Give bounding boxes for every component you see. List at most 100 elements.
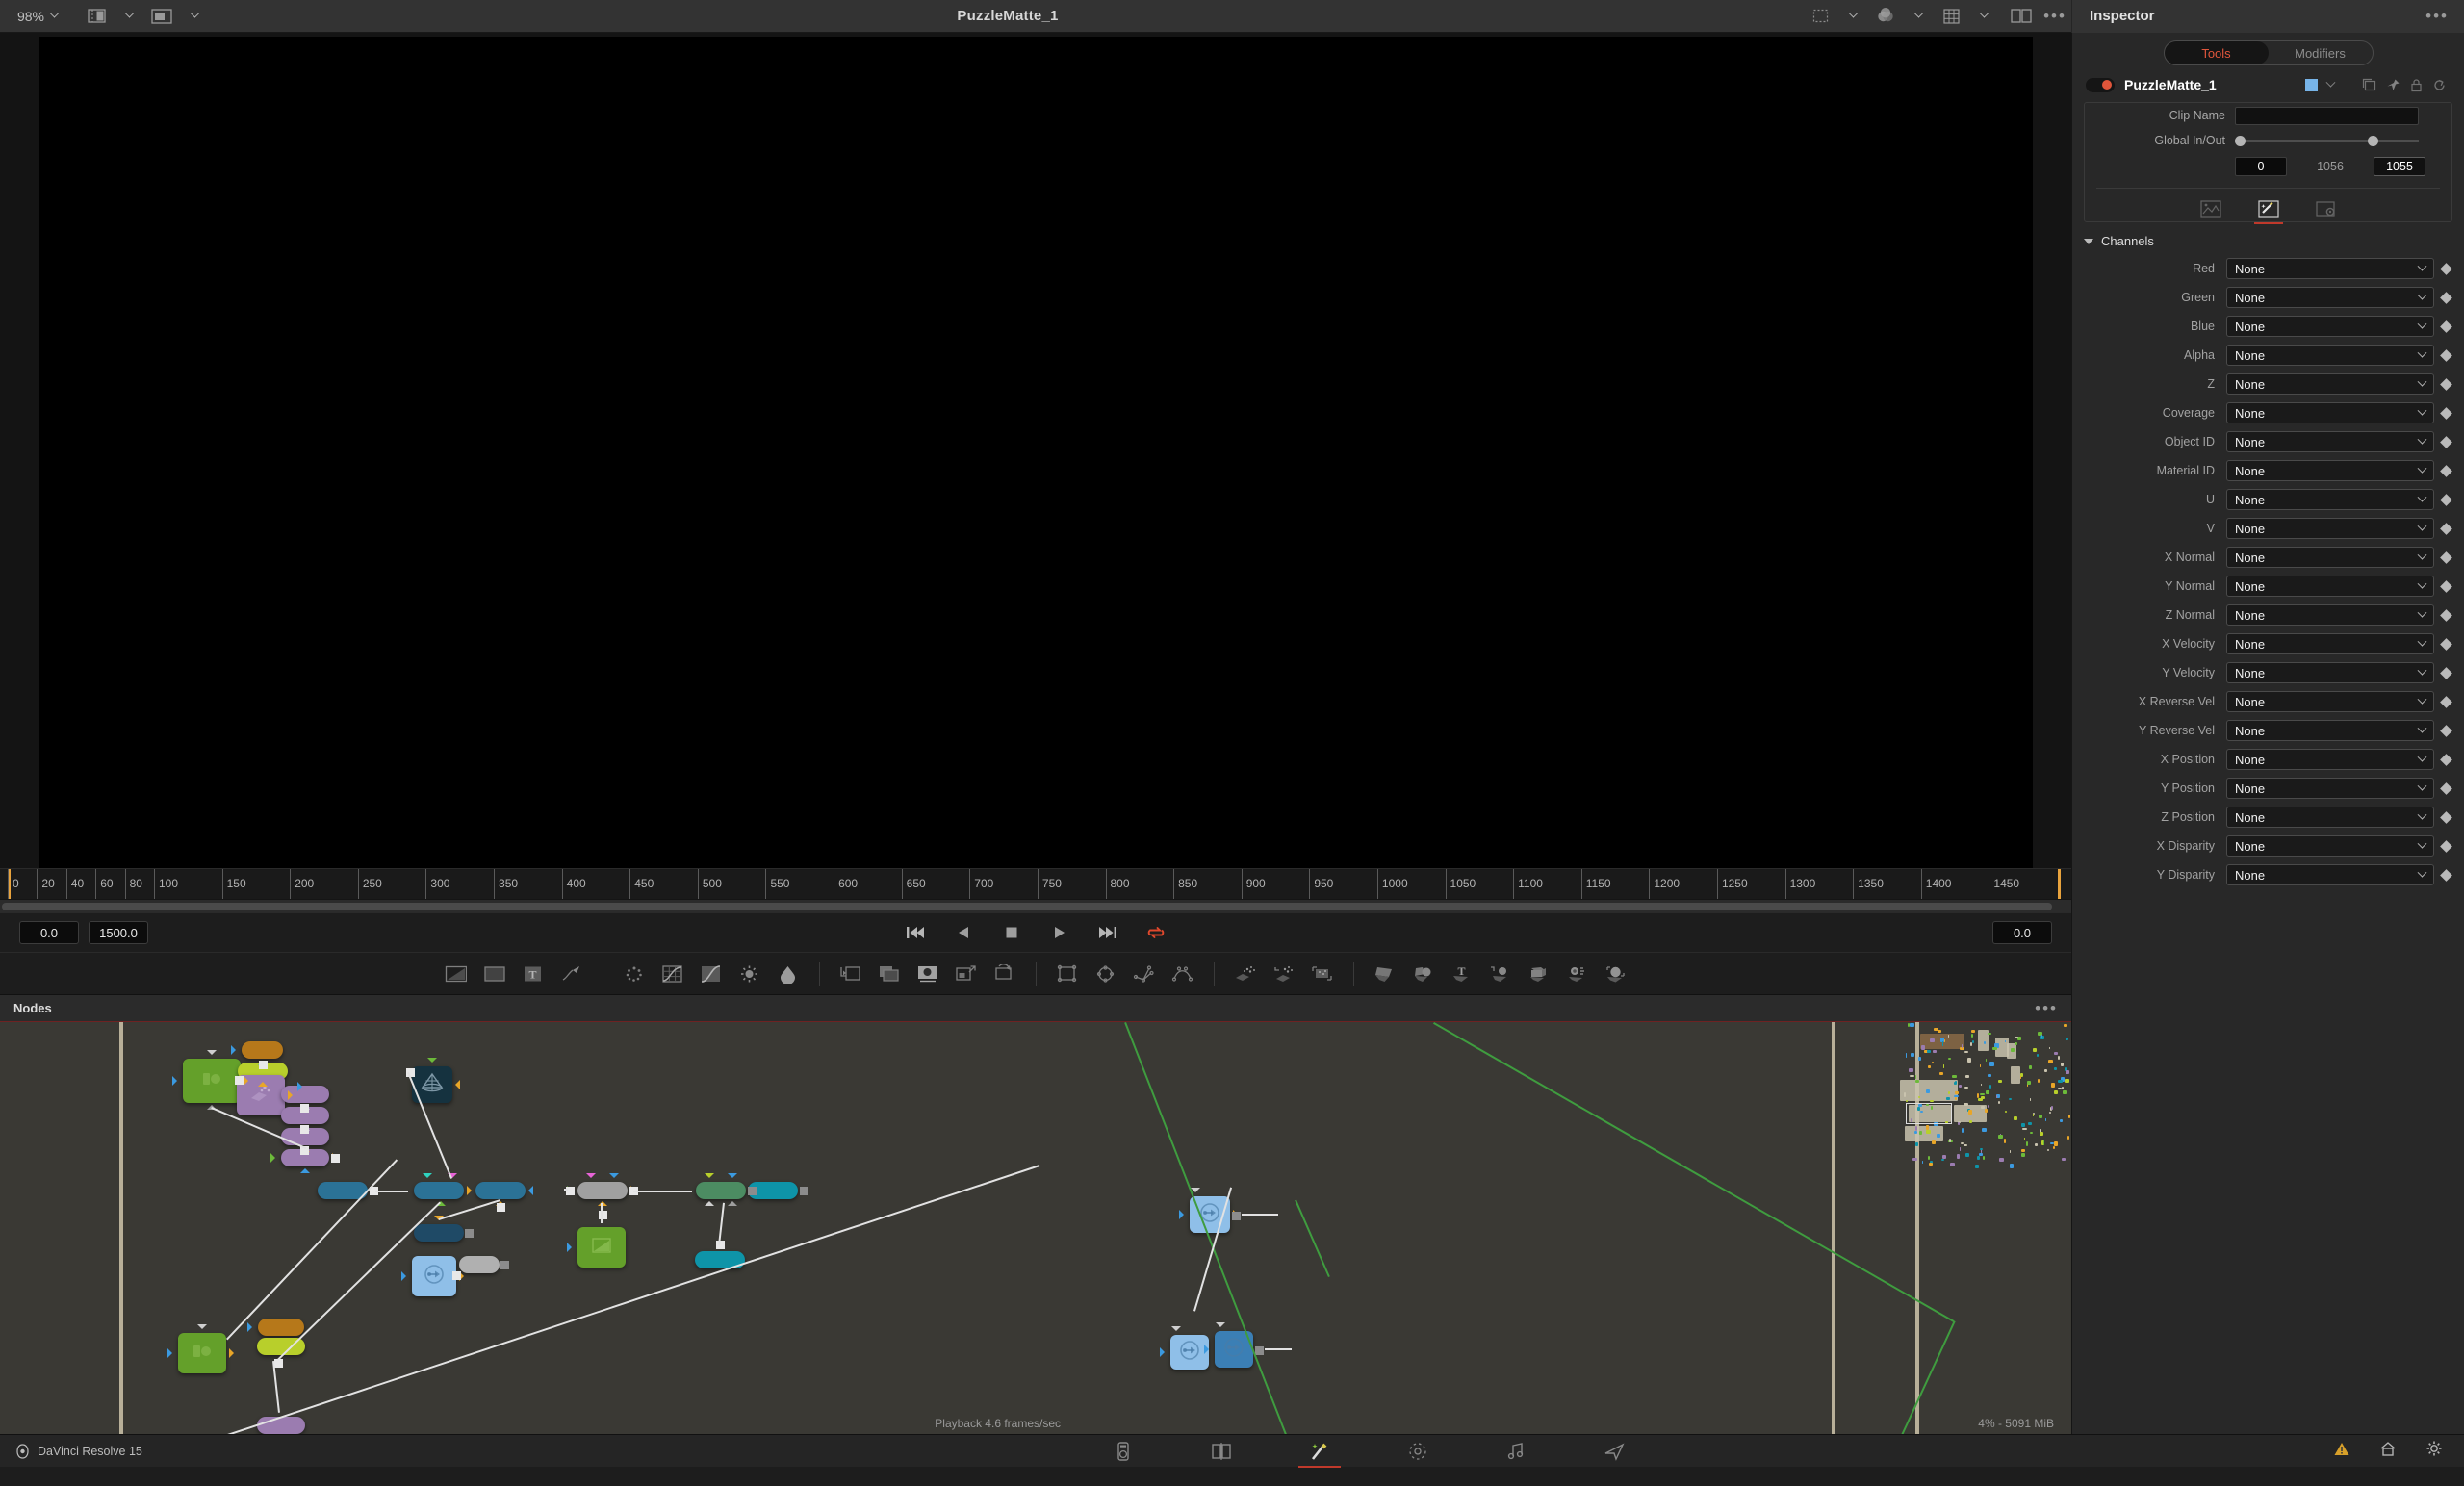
viewer-canvas[interactable] — [38, 37, 2033, 868]
connection-handle[interactable] — [452, 1271, 461, 1280]
channel-select[interactable]: None — [2226, 720, 2434, 741]
keyframe-diamond-icon[interactable] — [2440, 292, 2452, 304]
tool-bar-grey-2[interactable] — [578, 1182, 628, 1199]
connection-handle[interactable] — [1255, 1346, 1264, 1355]
node-port[interactable] — [598, 1201, 607, 1206]
channel-select[interactable]: None — [2226, 576, 2434, 597]
keyframe-diamond-icon[interactable] — [2440, 523, 2452, 535]
node-port[interactable] — [244, 1076, 248, 1086]
connection-handle[interactable] — [599, 1211, 607, 1219]
node-port[interactable] — [258, 1082, 268, 1087]
tool-bar-violet-5[interactable] — [257, 1417, 305, 1434]
node-port[interactable] — [167, 1348, 172, 1358]
timeline-scrollbar[interactable] — [0, 899, 2071, 912]
channel-select[interactable]: None — [2226, 431, 2434, 452]
connection-handle[interactable] — [235, 1076, 244, 1085]
global-out-knob[interactable] — [2368, 136, 2378, 146]
channel-select[interactable]: None — [2226, 373, 2434, 395]
fairlight-page[interactable] — [1487, 1435, 1545, 1468]
grid-icon[interactable] — [1935, 9, 1967, 24]
home-icon[interactable] — [2379, 1441, 2397, 1462]
keyframe-diamond-icon[interactable] — [2440, 638, 2452, 651]
matte-control-node-icon[interactable] — [909, 959, 947, 989]
keyframe-diamond-icon[interactable] — [2440, 407, 2452, 420]
jump-to-end-button[interactable] — [1097, 924, 1118, 941]
polygon-mask-icon[interactable] — [1125, 959, 1164, 989]
reset-icon[interactable] — [2432, 78, 2447, 92]
node-port[interactable] — [297, 1082, 302, 1091]
connection-handle[interactable] — [748, 1187, 757, 1195]
keyframe-diamond-icon[interactable] — [2440, 320, 2452, 333]
connection-handle[interactable] — [566, 1187, 575, 1195]
viewer-zoom-control[interactable]: 98% — [0, 0, 75, 32]
transform-node-icon[interactable] — [947, 959, 986, 989]
keyframe-diamond-icon[interactable] — [2440, 465, 2452, 477]
clip-name-input[interactable] — [2235, 107, 2419, 125]
keyframe-diamond-icon[interactable] — [2440, 725, 2452, 737]
connection-handle[interactable] — [300, 1125, 309, 1134]
node-port[interactable] — [528, 1186, 533, 1195]
merge-3d-icon[interactable] — [1481, 959, 1520, 989]
tab-tools[interactable]: Tools — [2165, 41, 2269, 64]
particle-source-icon[interactable] — [1265, 959, 1303, 989]
text-node-icon[interactable]: T — [514, 959, 552, 989]
channel-select[interactable]: None — [2226, 778, 2434, 799]
chevron-down-icon[interactable] — [1836, 13, 1869, 19]
node-port[interactable] — [567, 1243, 572, 1252]
nodes-more-options-icon[interactable]: ••• — [2035, 999, 2058, 1018]
chevron-down-icon[interactable] — [1967, 13, 2000, 19]
step-back-button[interactable] — [953, 924, 974, 941]
node-port[interactable] — [586, 1173, 596, 1178]
node-port[interactable] — [705, 1173, 714, 1178]
node-port[interactable] — [231, 1045, 236, 1055]
node-port[interactable] — [728, 1173, 737, 1178]
bspline-mask-icon[interactable] — [1164, 959, 1202, 989]
renderer-3d-icon[interactable] — [1597, 959, 1635, 989]
connection-handle[interactable] — [500, 1261, 509, 1269]
keyframe-diamond-icon[interactable] — [2440, 580, 2452, 593]
node-port[interactable] — [427, 1058, 437, 1063]
channels-section-header[interactable]: Channels — [2072, 222, 2464, 254]
node-port[interactable] — [229, 1348, 234, 1358]
saver-bar-orange-1[interactable] — [242, 1041, 283, 1059]
brightness-contrast-node-icon[interactable] — [731, 959, 769, 989]
keyframe-diamond-icon[interactable] — [2440, 754, 2452, 766]
loader-node-green-1[interactable] — [183, 1059, 241, 1103]
ellipse-mask-icon[interactable] — [1087, 959, 1125, 989]
node-port[interactable] — [455, 1080, 460, 1089]
keyframe-diamond-icon[interactable] — [2440, 551, 2452, 564]
node-port[interactable] — [423, 1173, 432, 1178]
channel-select[interactable]: None — [2226, 633, 2434, 654]
inspector-more-options-icon[interactable]: ••• — [2426, 7, 2464, 26]
channel-select[interactable]: None — [2226, 547, 2434, 568]
tab-modifiers[interactable]: Modifiers — [2269, 41, 2373, 64]
global-in-field[interactable]: 0 — [2235, 157, 2287, 176]
channel-select[interactable]: None — [2226, 402, 2434, 423]
connection-handle[interactable] — [331, 1154, 340, 1163]
keyframe-diamond-icon[interactable] — [2440, 869, 2452, 882]
viewer-layout-icon[interactable] — [145, 9, 178, 24]
node-port[interactable] — [705, 1201, 714, 1206]
connection-handle[interactable] — [497, 1203, 505, 1212]
channel-select[interactable]: None — [2226, 662, 2434, 683]
merge-node-blue-r2[interactable] — [1170, 1335, 1209, 1370]
global-out-field[interactable]: 1055 — [2374, 157, 2426, 176]
channel-select[interactable]: None — [2226, 518, 2434, 539]
node-graph-canvas[interactable]: Playback 4.6 frames/sec 4% - 5091 MiB — [0, 1022, 2071, 1434]
node-port[interactable] — [288, 1090, 293, 1100]
node-port[interactable] — [1160, 1347, 1165, 1357]
chevron-down-icon[interactable] — [1902, 13, 1935, 19]
channel-select[interactable]: None — [2226, 489, 2434, 510]
deliver-page[interactable] — [1585, 1435, 1643, 1468]
lock-icon[interactable] — [2410, 78, 2423, 92]
channel-select[interactable]: None — [2226, 258, 2434, 279]
shape-3d-icon[interactable] — [1404, 959, 1443, 989]
keyframe-diamond-icon[interactable] — [2440, 349, 2452, 362]
color-page[interactable] — [1389, 1435, 1447, 1468]
keyframe-diamond-icon[interactable] — [2440, 494, 2452, 506]
channel-select[interactable]: None — [2226, 691, 2434, 712]
chevron-down-icon[interactable] — [178, 13, 211, 19]
channel-select[interactable]: None — [2226, 835, 2434, 857]
dissolve-node-icon[interactable] — [870, 959, 909, 989]
keyframe-diamond-icon[interactable] — [2440, 263, 2452, 275]
